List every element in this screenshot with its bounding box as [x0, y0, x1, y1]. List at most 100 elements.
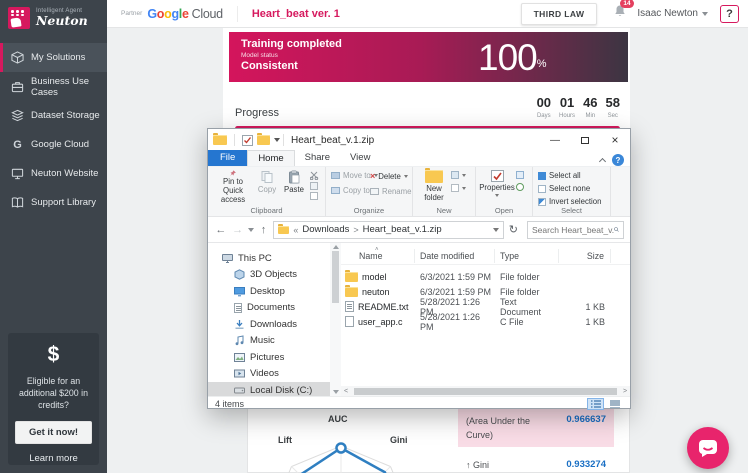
notification-badge: 14: [620, 0, 633, 8]
scroll-up-icon[interactable]: [333, 245, 339, 249]
easy-access-button[interactable]: [451, 171, 466, 179]
nav-local-disk-c[interactable]: Local Disk (C:): [208, 382, 330, 396]
maximize-button[interactable]: [570, 129, 600, 151]
scroll-down-icon[interactable]: [333, 390, 339, 394]
paste-shortcut-icon[interactable]: [310, 192, 318, 200]
scroll-left-icon[interactable]: <: [341, 388, 351, 395]
up-button[interactable]: ↑: [257, 224, 271, 236]
pc-icon: [222, 253, 233, 264]
properties-button[interactable]: Properties: [478, 167, 516, 205]
sidebar-item-business-use-cases[interactable]: Business Use Cases: [0, 72, 107, 101]
banner-title: Training completed: [241, 38, 397, 50]
tab-view[interactable]: View: [340, 150, 380, 166]
details-view-button[interactable]: [587, 398, 604, 410]
nav-desktop[interactable]: Desktop: [208, 283, 330, 300]
thumbnail-view-button[interactable]: [606, 398, 623, 410]
minimize-ribbon-icon[interactable]: [599, 157, 606, 164]
breadcrumb-downloads[interactable]: Downloads: [302, 224, 349, 235]
quick-access-check-icon[interactable]: [242, 135, 253, 146]
user-menu[interactable]: Isaac Newton: [637, 8, 698, 19]
delete-button[interactable]: × Delete: [370, 171, 411, 181]
chevron-down-icon[interactable]: [702, 12, 708, 16]
rename-icon: [370, 188, 379, 195]
tab-file[interactable]: File: [208, 150, 247, 166]
column-name[interactable]: ˄Name: [341, 249, 415, 263]
history-icon[interactable]: [516, 183, 524, 191]
pin-to-quick-access-button[interactable]: Pin to Quick access: [212, 167, 254, 205]
select-all-button[interactable]: Select all: [538, 171, 610, 180]
window-title: Heart_beat_v.1.zip: [291, 135, 540, 146]
refresh-icon[interactable]: ↻: [509, 223, 518, 236]
edit-icon[interactable]: [516, 171, 524, 179]
column-date-modified[interactable]: Date modified: [415, 249, 495, 263]
scroll-thumb[interactable]: [332, 251, 339, 303]
training-timer: 00Days 01Hours 46Min 58Sec: [537, 94, 620, 119]
minimize-button[interactable]: —: [540, 129, 570, 151]
address-dropdown-icon[interactable]: [493, 228, 499, 232]
percent-unit: %: [537, 58, 547, 70]
hscroll-thumb[interactable]: [354, 388, 617, 395]
search-input[interactable]: [532, 225, 614, 235]
help-button[interactable]: ?: [720, 5, 739, 23]
folder-icon: [345, 272, 358, 282]
sidebar-item-label: My Solutions: [31, 52, 85, 63]
new-item-button[interactable]: [451, 184, 466, 192]
notifications-button[interactable]: 14: [613, 4, 627, 23]
close-button[interactable]: ×: [600, 129, 630, 151]
learn-more-link[interactable]: Learn more: [14, 453, 93, 464]
music-icon: [234, 335, 245, 346]
file-row-model[interactable]: model 6/3/2021 1:59 PM File folder: [341, 269, 630, 284]
item-count: 4 items: [215, 399, 585, 409]
invert-selection-button[interactable]: Invert selection: [538, 197, 610, 206]
sidebar-item-dataset-storage[interactable]: Dataset Storage: [0, 101, 107, 130]
c-file-icon: [345, 316, 354, 327]
cut-icon[interactable]: [310, 171, 320, 180]
breadcrumb-current[interactable]: Heart_beat_v.1.zip: [363, 224, 442, 235]
invert-selection-icon: [538, 198, 546, 206]
nav-scrollbar[interactable]: [330, 243, 341, 396]
paste-button[interactable]: Paste: [280, 167, 308, 205]
horizontal-scrollbar[interactable]: < >: [341, 386, 630, 396]
nav-videos[interactable]: Videos: [208, 366, 330, 383]
new-folder-button[interactable]: New folder: [417, 167, 451, 205]
header-divider: [237, 6, 238, 22]
sidebar-item-neuton-website[interactable]: Neuton Website: [0, 159, 107, 188]
forward-button[interactable]: →: [231, 224, 245, 236]
ribbon-tabs: File Home Share View ?: [208, 151, 630, 167]
sidebar-item-my-solutions[interactable]: My Solutions: [0, 43, 107, 72]
sidebar-item-support-library[interactable]: Support Library: [0, 188, 107, 217]
recent-locations-icon[interactable]: [248, 228, 254, 232]
nav-documents[interactable]: Documents: [208, 300, 330, 317]
qat-customize-icon[interactable]: [274, 138, 280, 142]
select-none-button[interactable]: Select none: [538, 184, 610, 193]
explorer-help-icon[interactable]: ?: [612, 154, 624, 166]
column-size[interactable]: Size: [559, 249, 611, 263]
rename-button[interactable]: Rename: [370, 187, 411, 196]
briefcase-icon: [11, 80, 24, 93]
tab-home[interactable]: Home: [247, 150, 294, 166]
copy-path-icon[interactable]: [310, 182, 318, 190]
nav-3d-objects[interactable]: 3D Objects: [208, 267, 330, 284]
back-button[interactable]: ←: [214, 224, 228, 236]
column-type[interactable]: Type: [495, 249, 559, 263]
search-icon[interactable]: [614, 225, 619, 234]
folder-properties-icon[interactable]: [257, 135, 270, 145]
address-box[interactable]: « Downloads > Heart_beat_v.1.zip: [273, 221, 503, 239]
nav-this-pc[interactable]: This PC: [208, 250, 330, 267]
copy-icon: [260, 170, 274, 184]
third-law-button[interactable]: THIRD LAW: [521, 3, 598, 25]
nav-pictures[interactable]: Pictures: [208, 349, 330, 366]
window-titlebar[interactable]: Heart_beat_v.1.zip — ×: [208, 129, 630, 151]
neuton-logo[interactable]: Intelligent Agent Neuton: [0, 0, 107, 35]
scroll-right-icon[interactable]: >: [620, 388, 630, 395]
tab-share[interactable]: Share: [295, 150, 340, 166]
chat-button[interactable]: [687, 427, 729, 469]
sidebar-item-google-cloud[interactable]: G Google Cloud: [0, 130, 107, 159]
nav-music[interactable]: Music: [208, 333, 330, 350]
file-row-user-app[interactable]: user_app.c 5/28/2021 1:26 PM C File 1 KB: [341, 314, 630, 329]
thumbnail-view-icon: [610, 400, 620, 408]
copy-button[interactable]: Copy: [254, 167, 280, 205]
nav-downloads[interactable]: Downloads: [208, 316, 330, 333]
get-it-now-button[interactable]: Get it now!: [15, 421, 92, 444]
cube-icon: [11, 51, 24, 64]
